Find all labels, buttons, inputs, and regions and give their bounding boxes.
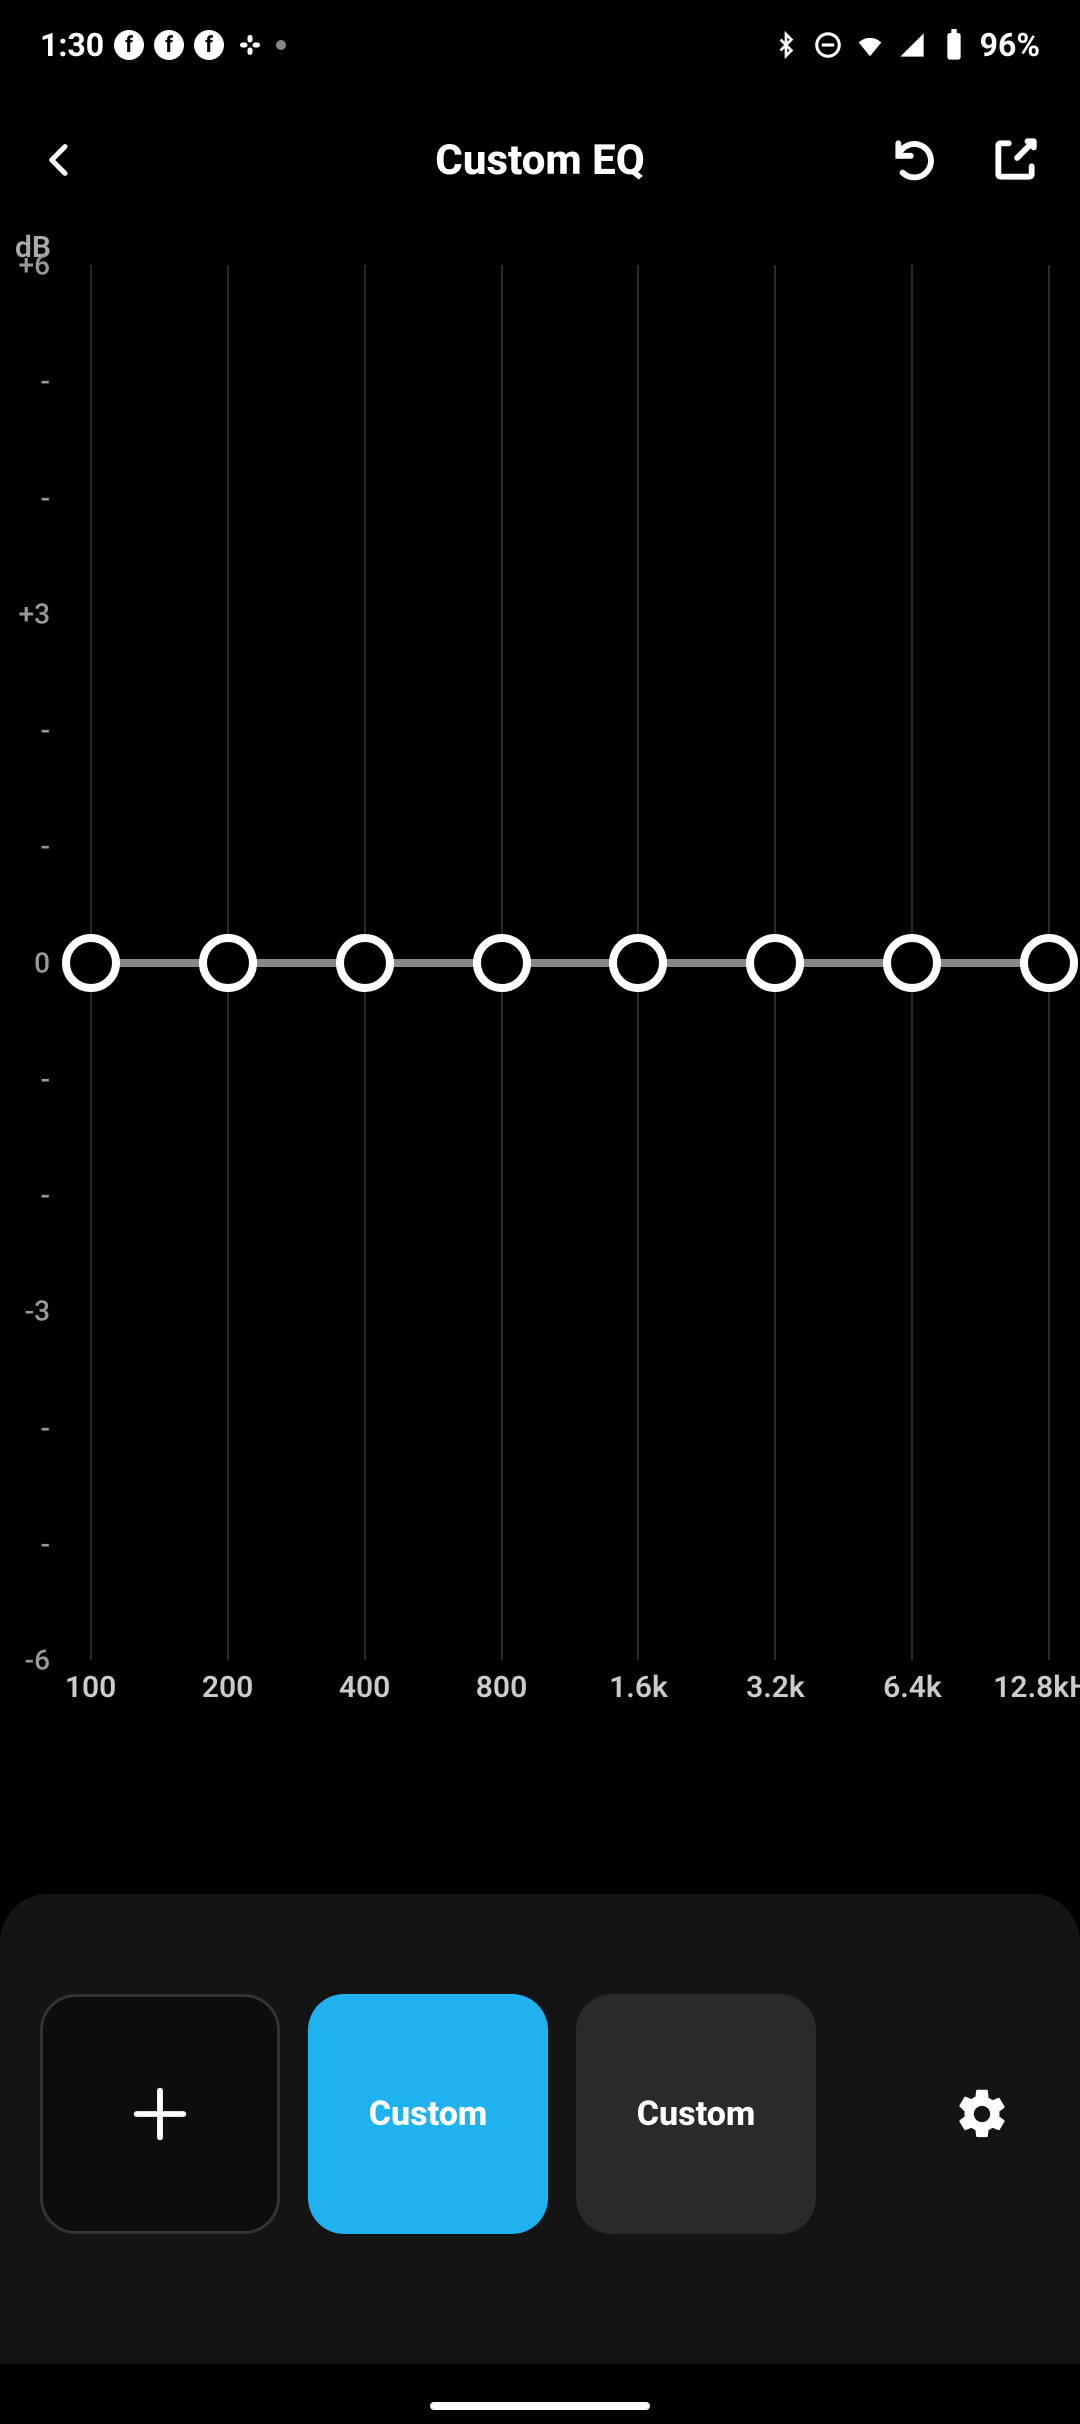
y-tick-label: +6 [19,249,50,282]
x-axis: 100 200 400 800 1.6k 3.2k 6.4k 12.8kHz [60,1670,1080,1720]
y-axis: +6 - - +3 - - 0 - - -3 - - -6 [0,230,60,1730]
status-time: 1:30 [40,26,104,64]
x-tick-label: 200 [202,1670,253,1705]
eq-band-knob[interactable] [1020,934,1078,992]
preset-active[interactable]: Custom [308,1994,548,2234]
eq-band-knob[interactable] [609,934,667,992]
preset-inactive-label: Custom [637,2094,756,2134]
x-tick-label: 100 [65,1670,116,1705]
y-tick-label: - [40,1062,50,1095]
share-button[interactable] [990,135,1040,185]
y-tick-label: -3 [25,1295,50,1328]
status-left: 1:30 f f f [40,26,286,64]
back-button[interactable] [40,132,80,188]
y-tick-label: - [40,830,50,863]
do-not-disturb-icon [812,29,844,61]
y-tick-label: - [40,714,50,747]
preset-panel: Custom Custom [0,1894,1080,2364]
app-header: Custom EQ [0,90,1080,230]
x-tick-label: 1.6k [609,1670,668,1705]
eq-plot[interactable] [60,265,1080,1660]
eq-band-knob[interactable] [62,934,120,992]
y-tick-label: - [40,1527,50,1560]
y-tick-label: - [40,481,50,514]
x-tick-label: 800 [476,1670,527,1705]
y-tick-label: - [40,1179,50,1212]
y-tick-label: -6 [25,1644,50,1677]
preset-inactive[interactable]: Custom [576,1994,816,2234]
facebook-icon: f [114,30,144,60]
eq-chart: dB +6--+3--0---3---6 1002004008001.6k3.2… [0,230,1080,1730]
notification-dot-icon [276,40,286,50]
eq-band-knob[interactable] [746,934,804,992]
y-tick-label: - [40,365,50,398]
eq-band-knob[interactable] [199,934,257,992]
page-title: Custom EQ [435,136,644,185]
add-preset-button[interactable] [40,1994,280,2234]
gesture-bar[interactable] [430,2402,650,2410]
x-tick-label: 12.8kHz [993,1670,1080,1705]
status-right: 96% [770,26,1040,64]
facebook-icon: f [194,30,224,60]
eq-band-knob[interactable] [473,934,531,992]
signal-icon [896,29,928,61]
eq-band-knob[interactable] [883,934,941,992]
x-tick-label: 400 [339,1670,390,1705]
facebook-icon: f [154,30,184,60]
y-tick-label: +3 [19,597,50,630]
wifi-icon [854,29,886,61]
battery-percent: 96% [980,26,1040,64]
slack-icon [234,29,266,61]
status-bar: 1:30 f f f 96% [0,0,1080,90]
eq-band-knob[interactable] [336,934,394,992]
y-tick-label: - [40,1411,50,1444]
bluetooth-icon [770,29,802,61]
reset-button[interactable] [890,135,940,185]
preset-active-label: Custom [369,2094,488,2134]
battery-icon [938,29,970,61]
x-tick-label: 6.4k [883,1670,942,1705]
settings-button[interactable] [954,2086,1010,2142]
y-tick-label: 0 [34,946,50,979]
x-tick-label: 3.2k [746,1670,805,1705]
